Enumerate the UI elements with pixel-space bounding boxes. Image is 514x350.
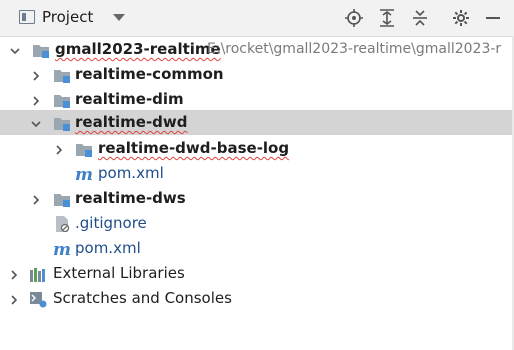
chevron-down-icon[interactable] <box>9 43 21 55</box>
maven-icon: m <box>75 165 93 185</box>
tree-label: realtime-dim <box>75 90 184 108</box>
tree-row-module-selected[interactable]: realtime-dwd <box>0 110 514 135</box>
project-view-icon <box>19 10 35 24</box>
tree-row-module[interactable]: realtime-common <box>0 62 514 87</box>
tree-row-module[interactable]: realtime-dim <box>0 87 514 112</box>
module-path: E:\rocket\gmall2023-realtime\gmall2023-r <box>207 41 502 57</box>
tree-row-libraries[interactable]: External Libraries <box>0 261 514 286</box>
tree-label: realtime-dwd-base-log <box>98 139 290 157</box>
svg-text:m: m <box>75 165 93 183</box>
tree-label: realtime-dwd <box>75 113 188 131</box>
tree-label: realtime-dws <box>75 189 186 207</box>
svg-text:m: m <box>53 240 71 258</box>
tree-label: gmall2023-realtime <box>55 40 221 58</box>
scratches-icon <box>29 290 47 308</box>
tree-label: .gitignore <box>75 214 147 232</box>
chevron-down-icon[interactable] <box>30 116 42 128</box>
tool-window-title[interactable]: Project <box>42 8 93 26</box>
maven-icon: m <box>53 240 71 260</box>
ignored-file-icon <box>53 215 71 233</box>
chevron-right-icon[interactable] <box>30 93 42 106</box>
chevron-right-icon[interactable] <box>30 192 42 205</box>
chevron-right-icon[interactable] <box>8 292 20 305</box>
tree-row-file[interactable]: m pom.xml <box>0 236 514 261</box>
settings-icon[interactable] <box>451 8 471 28</box>
tree-row-module[interactable]: realtime-dwd-base-log <box>0 136 514 161</box>
module-folder-icon <box>53 190 71 208</box>
tree-label: External Libraries <box>53 264 185 282</box>
tree-label: pom.xml <box>75 239 141 257</box>
hide-icon[interactable] <box>483 8 503 28</box>
expand-all-icon[interactable] <box>377 8 397 28</box>
tree-row-root[interactable]: gmall2023-realtime E:\rocket\gmall2023-r… <box>0 37 514 62</box>
module-folder-icon <box>32 41 50 59</box>
module-folder-icon <box>53 66 71 84</box>
tree-label: Scratches and Consoles <box>53 289 232 307</box>
tree-row-module[interactable]: realtime-dws <box>0 186 514 211</box>
chevron-right-icon[interactable] <box>53 142 65 155</box>
module-folder-icon <box>53 114 71 132</box>
tree-row-file[interactable]: .gitignore <box>0 211 514 236</box>
tree-row-scratches[interactable]: Scratches and Consoles <box>0 286 514 311</box>
tree-label: realtime-common <box>75 65 224 83</box>
tool-window-header: Project <box>0 0 514 37</box>
collapse-all-icon[interactable] <box>410 8 430 28</box>
libraries-icon <box>29 265 47 283</box>
chevron-down-icon[interactable] <box>113 14 125 21</box>
tree-row-file[interactable]: m pom.xml <box>0 161 514 186</box>
locate-icon[interactable] <box>344 8 364 28</box>
module-folder-icon <box>53 91 71 109</box>
chevron-right-icon[interactable] <box>8 267 20 280</box>
chevron-right-icon[interactable] <box>30 68 42 81</box>
module-folder-icon <box>75 140 93 158</box>
tree-label: pom.xml <box>98 164 164 182</box>
